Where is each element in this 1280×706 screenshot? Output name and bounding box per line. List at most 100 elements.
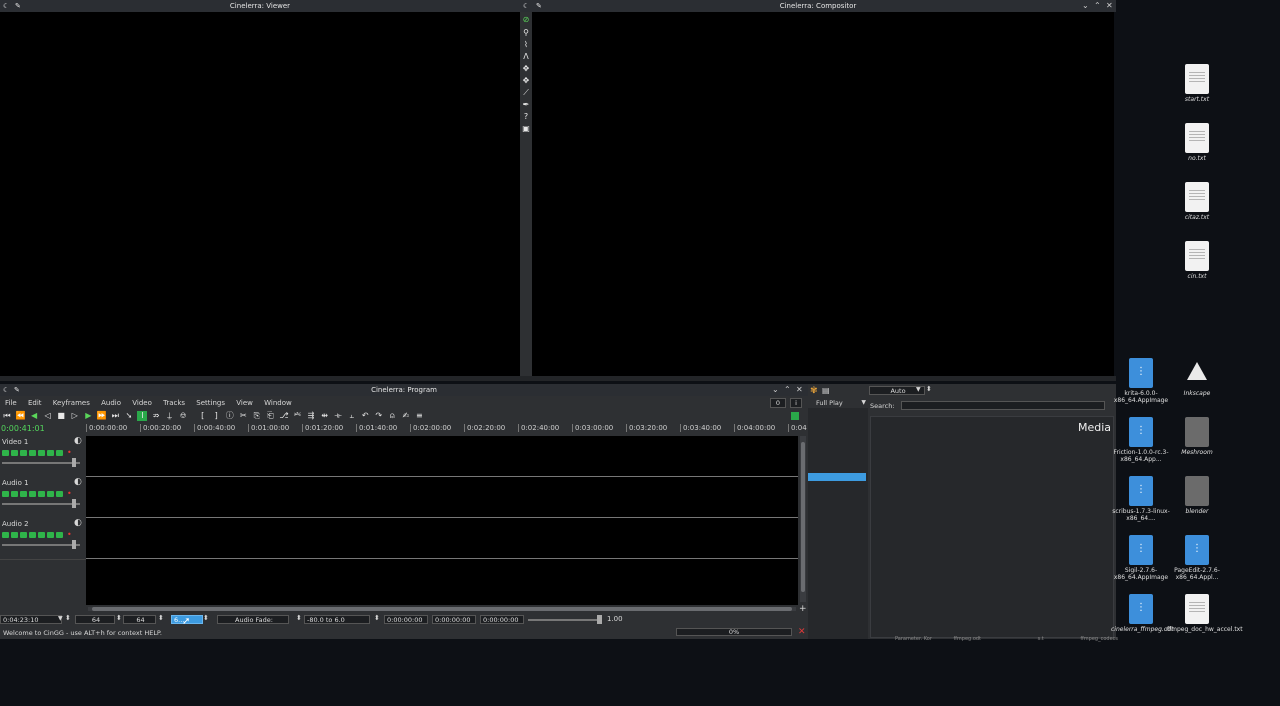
minimize-icon[interactable]: ⌄: [772, 384, 779, 396]
eyedropper-icon[interactable]: ✒: [521, 100, 531, 110]
dropdown-arrow-icon[interactable]: ▼: [58, 615, 63, 622]
stepper-icon[interactable]: ⬍: [116, 614, 122, 622]
reverse-play-icon[interactable]: ◀: [29, 411, 39, 421]
selected-folder[interactable]: [808, 473, 866, 481]
track-header-audio-1[interactable]: Audio 1 ◐ •: [0, 477, 86, 519]
arrow-tool-icon[interactable]: ➘: [124, 411, 134, 421]
overwrite-icon[interactable]: ⎇: [279, 411, 289, 421]
menu-edit[interactable]: Edit: [28, 399, 42, 407]
frame-back-icon[interactable]: ◁: [43, 411, 53, 421]
stepper-icon[interactable]: ⬍: [926, 385, 932, 393]
timeline-canvas[interactable]: [86, 436, 798, 605]
fader-track[interactable]: [2, 544, 80, 546]
forward-end-icon[interactable]: ⏭: [110, 411, 120, 421]
zoom-samples-select[interactable]: 64: [75, 615, 115, 624]
paste-icon[interactable]: ⎗: [265, 411, 275, 421]
stepper-icon[interactable]: ⬍: [374, 614, 380, 622]
viewer-canvas[interactable]: [0, 12, 520, 376]
desktop-icon-citaz-txt[interactable]: citaz.txt: [1167, 182, 1227, 221]
search-input[interactable]: [901, 401, 1105, 410]
crop-icon[interactable]: ⟋: [521, 88, 531, 98]
in-point-icon[interactable]: [: [198, 411, 208, 421]
dropdown-arrow-icon[interactable]: ▼: [916, 386, 921, 393]
counter-box[interactable]: 0: [770, 398, 786, 408]
undo-icon[interactable]: ↶: [360, 411, 370, 421]
range-field[interactable]: -80.0 to 6.0: [304, 615, 370, 624]
menu-settings[interactable]: Settings: [196, 399, 225, 407]
desktop-icon-cin-txt[interactable]: cin.txt: [1167, 241, 1227, 280]
fader-track[interactable]: [2, 462, 80, 464]
menu-view[interactable]: View: [236, 399, 253, 407]
stepper-icon[interactable]: ⬍: [158, 614, 164, 622]
minimize-icon[interactable]: ⌄: [1082, 0, 1089, 12]
label-icon[interactable]: ⍊: [165, 411, 175, 421]
menu-keyframes[interactable]: Keyframes: [53, 399, 90, 407]
desktop-icon-meshroom[interactable]: Meshroom: [1167, 417, 1227, 456]
mask-icon[interactable]: ⌇: [521, 40, 531, 50]
protect-icon[interactable]: ⊘: [521, 15, 531, 25]
toggle-icon[interactable]: ⇏: [151, 411, 161, 421]
help-icon[interactable]: ?: [521, 112, 531, 122]
horizontal-scrollbar[interactable]: [88, 607, 796, 611]
desktop-icon-no-txt[interactable]: no.txt: [1167, 123, 1227, 162]
duration-select[interactable]: 0:04:23:10: [0, 615, 62, 624]
media-list[interactable]: Media: [870, 416, 1114, 638]
copy-icon[interactable]: ⎘: [252, 411, 262, 421]
projector-icon[interactable]: ✥: [521, 76, 531, 86]
out-point-icon[interactable]: ]: [211, 411, 221, 421]
expand-track-icon[interactable]: ◐: [74, 518, 82, 528]
desktop-icon-ffmpeg-doc[interactable]: ffmpeg_doc_hw_accel.txt: [1167, 594, 1243, 633]
desktop-icon-scribus[interactable]: scribus-1.7.3-linux-x86_64....: [1111, 476, 1171, 522]
track-header-video-1[interactable]: Video 1 ◐ •: [0, 436, 86, 478]
close-icon[interactable]: ✕: [796, 384, 803, 396]
fast-forward-icon[interactable]: ⏩: [97, 411, 107, 421]
desktop-icon-krita[interactable]: krita-6.0.0-x86_64.AppImage: [1111, 358, 1171, 404]
ibeam-tool-icon[interactable]: I: [137, 411, 148, 421]
record-dot-icon[interactable]: •: [67, 489, 72, 498]
zoom-plus-icon[interactable]: +: [799, 604, 807, 614]
menu-tracks[interactable]: Tracks: [163, 399, 185, 407]
clip-icon[interactable]: ▤: [822, 386, 830, 395]
track-toggles[interactable]: [2, 531, 65, 540]
to-clip-icon[interactable]: ⇶: [306, 411, 316, 421]
flag-icon[interactable]: [791, 412, 799, 420]
desktop-icon-blender[interactable]: blender: [1167, 476, 1227, 515]
menu-window[interactable]: Window: [264, 399, 292, 407]
gang-icon[interactable]: ⍝: [387, 411, 397, 421]
frame-forward-icon[interactable]: ▷: [70, 411, 80, 421]
fader-handle[interactable]: [72, 499, 76, 508]
maximize-icon[interactable]: ⌃: [1094, 0, 1101, 12]
ruler-icon[interactable]: Λ: [521, 52, 531, 62]
redo-icon[interactable]: ↷: [374, 411, 384, 421]
time-field-1[interactable]: 0:00:00:00: [384, 615, 428, 624]
expand-icon[interactable]: ⟛: [333, 411, 343, 421]
desktop-icon-cinelerra-ffmpeg-odt[interactable]: cinelerra_ffmpeg.odt: [1111, 594, 1174, 633]
expand-track-icon[interactable]: ◐: [74, 436, 82, 446]
compositor-canvas[interactable]: [532, 12, 1114, 376]
zoom-icon[interactable]: ⚲: [521, 28, 531, 38]
stepper-icon[interactable]: ⬍: [203, 614, 209, 622]
desktop-icon-inkscape[interactable]: Inkscape: [1167, 358, 1227, 397]
rewind-start-icon[interactable]: ⏮: [2, 411, 12, 421]
stepper-icon[interactable]: ⬍: [296, 614, 302, 622]
draw-icon[interactable]: ✍: [401, 411, 411, 421]
stop-icon[interactable]: ■: [56, 411, 66, 421]
folder-colors-icon[interactable]: ✾: [810, 386, 818, 396]
cut-icon[interactable]: ✂: [238, 411, 248, 421]
value-slider[interactable]: [528, 619, 602, 621]
keyframe-icon[interactable]: ⎊: [178, 411, 188, 421]
close-icon[interactable]: ✕: [1106, 0, 1113, 12]
time-field-2[interactable]: 0:00:00:00: [432, 615, 476, 624]
program-titlebar[interactable]: ☾ ✎ Cinelerra: Program ⌄ ⌃ ✕: [0, 384, 808, 396]
desktop-icon-sigil[interactable]: Sigil-2.7.6-x86_64.AppImage: [1111, 535, 1171, 581]
time-field-3[interactable]: 0:00:00:00: [480, 615, 524, 624]
zoom-amp-select[interactable]: 64: [123, 615, 156, 624]
safe-region-icon[interactable]: ▣: [521, 124, 531, 134]
info-icon[interactable]: ⓘ: [225, 411, 235, 421]
vertical-scrollbar[interactable]: [800, 436, 806, 602]
menu-audio[interactable]: Audio: [101, 399, 121, 407]
folder-list[interactable]: [808, 408, 868, 639]
fader-handle[interactable]: [72, 458, 76, 467]
track-toggles[interactable]: [2, 490, 65, 499]
maximize-icon[interactable]: ⌃: [784, 384, 791, 396]
